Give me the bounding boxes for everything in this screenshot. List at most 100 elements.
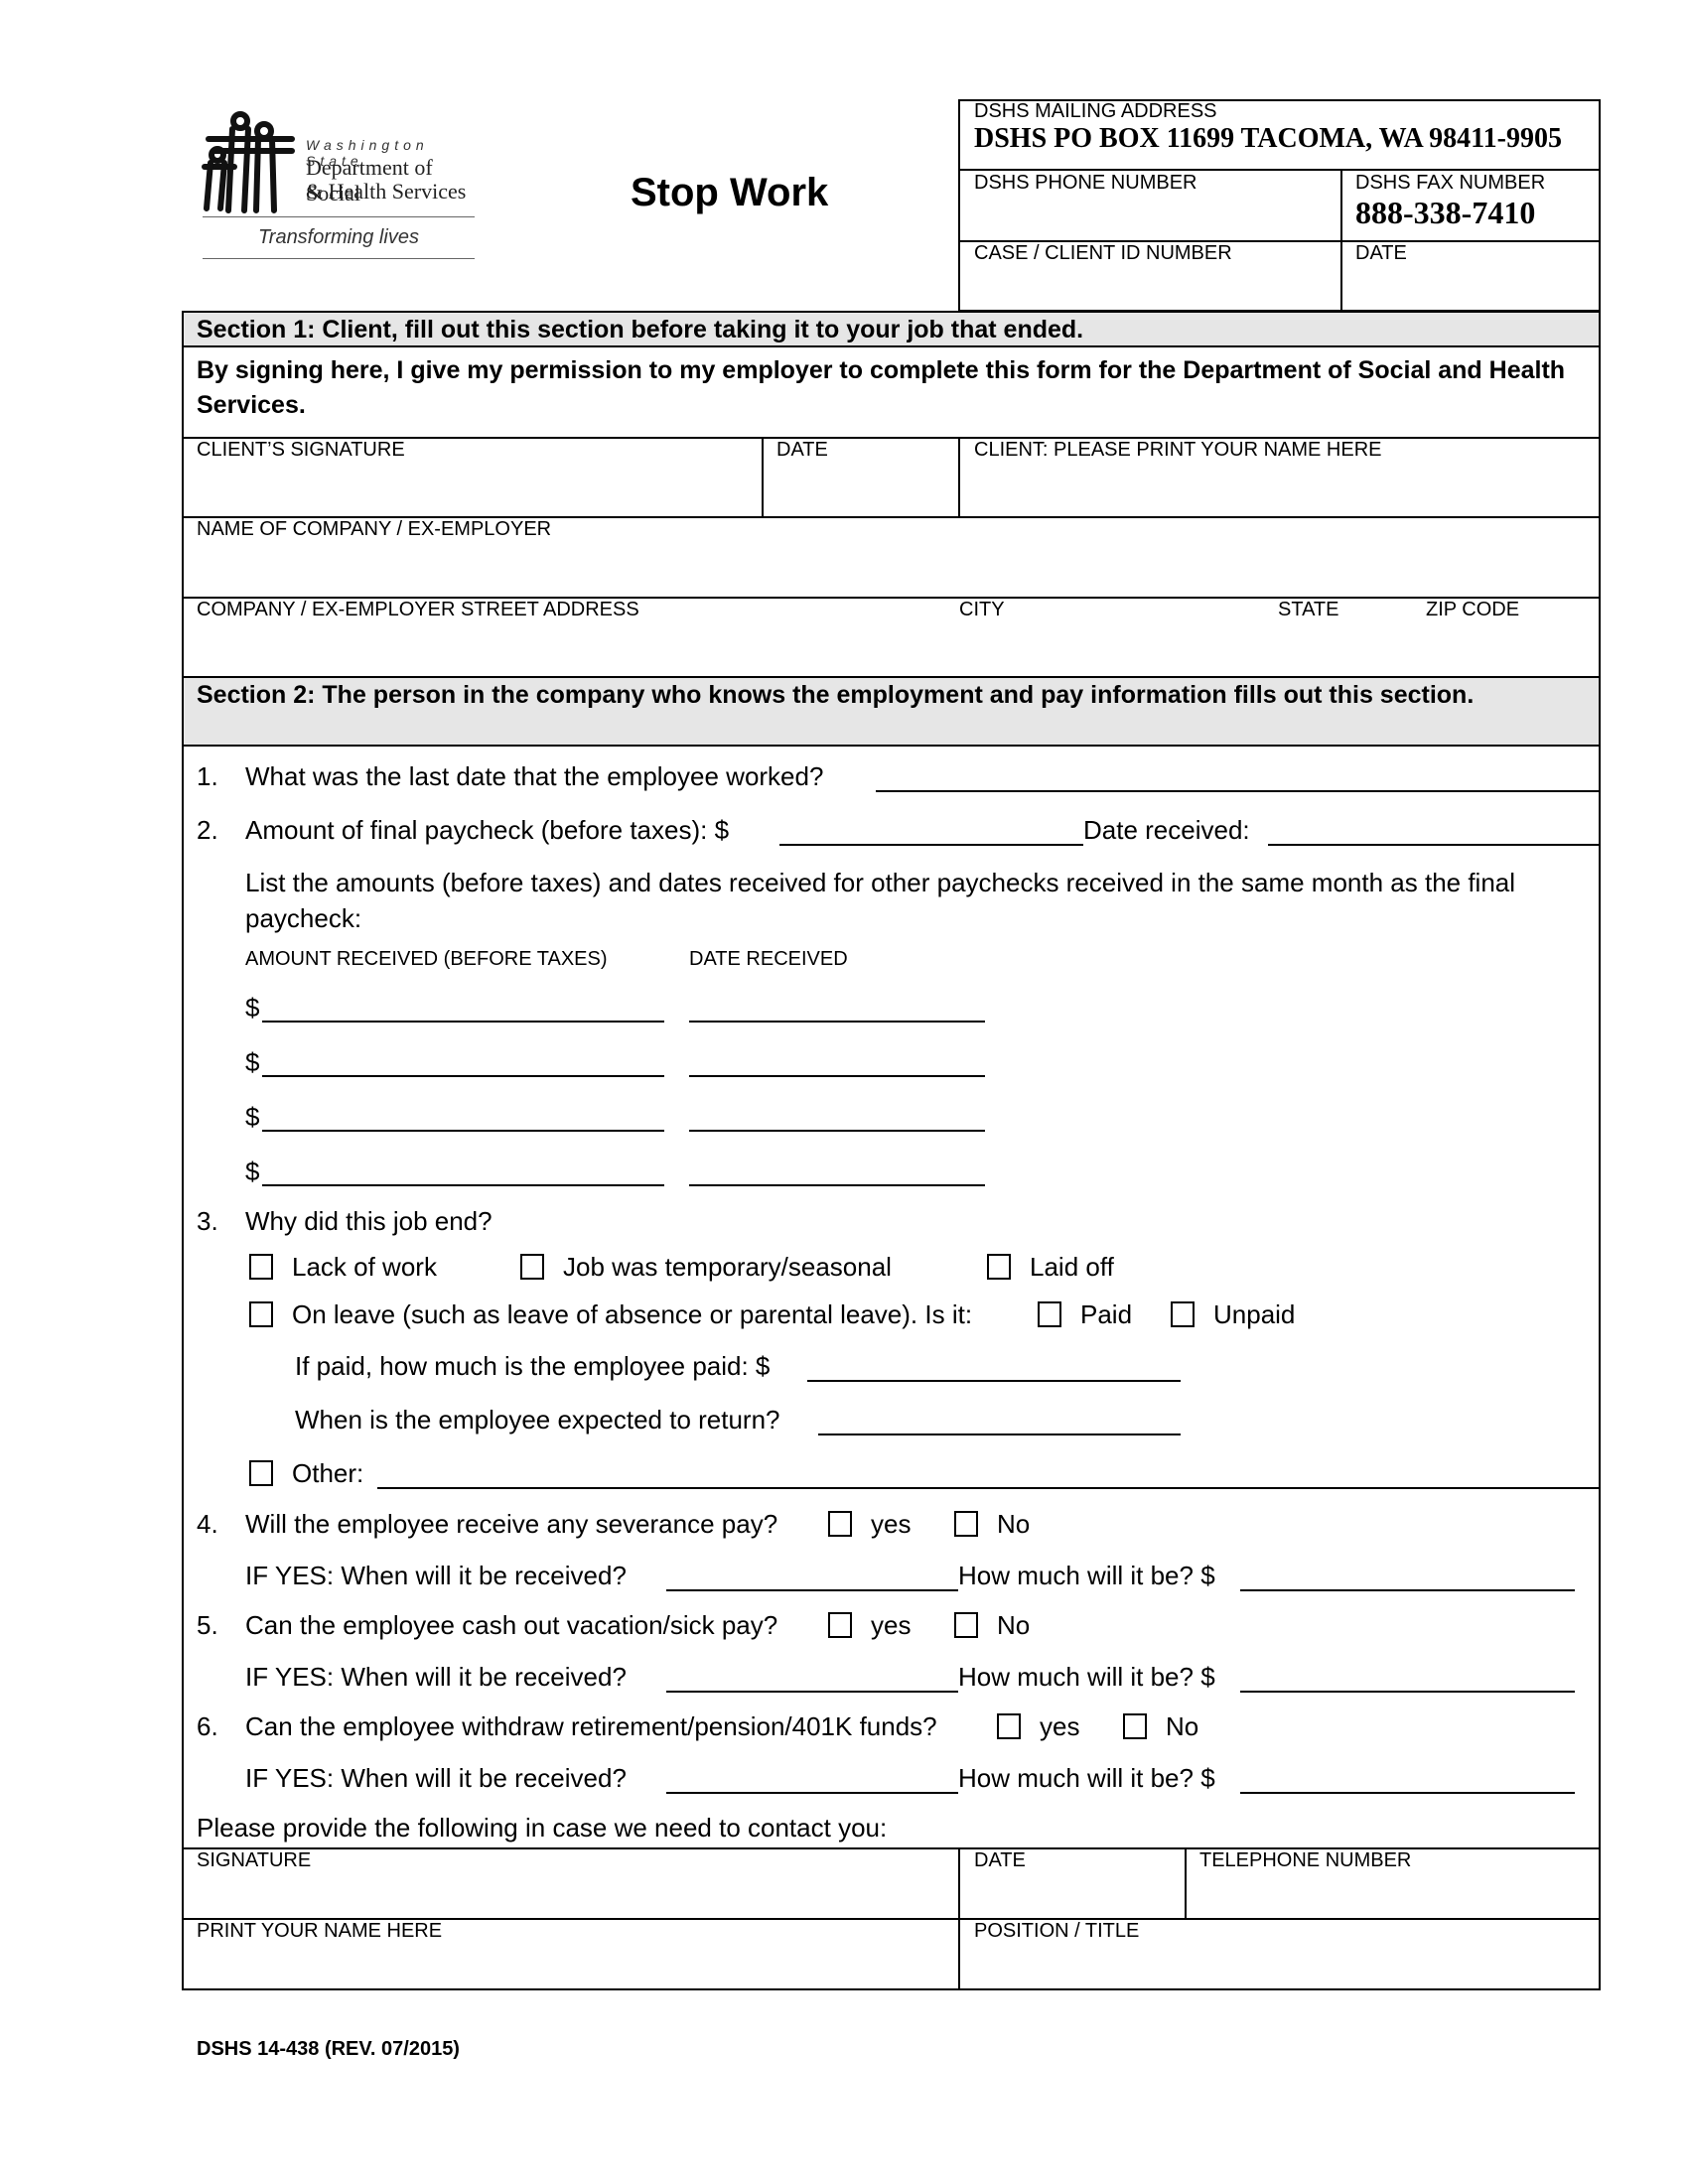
other-reason-underline [377, 1487, 1600, 1489]
q6-text: Can the employee withdraw retirement/pen… [245, 1711, 937, 1741]
fax-number-label: DSHS FAX NUMBER [1355, 172, 1546, 194]
q5-number: 5. [197, 1610, 218, 1640]
vacation-yes-checkbox[interactable] [828, 1612, 852, 1638]
if-paid-label: If paid, how much is the employee paid: … [295, 1351, 771, 1381]
phone-number-field[interactable] [974, 199, 1336, 236]
return-date-field[interactable] [818, 1402, 1184, 1435]
q1-number: 1. [197, 761, 218, 791]
print-name-label: PRINT YOUR NAME HERE [197, 1920, 443, 1942]
q2-number: 2. [197, 815, 218, 845]
amount-underline [262, 1130, 664, 1132]
vacation-when-underline [666, 1691, 958, 1693]
other-reason-field[interactable] [377, 1455, 1601, 1489]
position-title-label: POSITION / TITLE [974, 1920, 1140, 1942]
final-paycheck-date-field[interactable] [1268, 812, 1600, 846]
paycheck-amount-field[interactable] [262, 1098, 667, 1132]
header-date-field[interactable] [1355, 268, 1593, 306]
date-underline [689, 1021, 985, 1023]
client-name-field[interactable] [974, 467, 1594, 512]
severance-amount-underline [1240, 1589, 1575, 1591]
retirement-yes-label: yes [1040, 1711, 1080, 1741]
retirement-yes-checkbox[interactable] [997, 1713, 1021, 1739]
retirement-amount-label: How much will it be? $ [958, 1763, 1215, 1793]
paycheck-date-field[interactable] [689, 1098, 988, 1132]
date-underline [689, 1130, 985, 1132]
paycheck-date-field[interactable] [689, 989, 988, 1023]
vacation-amount-field[interactable] [1240, 1659, 1578, 1693]
on-leave-checkbox[interactable] [249, 1301, 273, 1327]
severance-amount-field[interactable] [1240, 1558, 1578, 1591]
q1-text: What was the last date that the employee… [245, 761, 824, 791]
vacation-amount-label: How much will it be? $ [958, 1662, 1215, 1692]
zip-code-field[interactable] [1426, 625, 1594, 671]
laid-off-checkbox[interactable] [987, 1254, 1011, 1280]
leave-paid-checkbox[interactable] [1038, 1301, 1061, 1327]
q1-underline [876, 790, 1599, 792]
severance-no-checkbox[interactable] [954, 1511, 978, 1537]
paycheck-amount-field[interactable] [262, 1153, 667, 1186]
severance-yes-checkbox[interactable] [828, 1511, 852, 1537]
divider [1340, 169, 1342, 312]
divider [1185, 1847, 1187, 1919]
zip-code-label: ZIP CODE [1426, 599, 1520, 620]
employer-signature-field[interactable] [197, 1876, 955, 1916]
company-name-label: NAME OF COMPANY / EX-EMPLOYER [197, 518, 552, 540]
leave-unpaid-checkbox[interactable] [1171, 1301, 1195, 1327]
q2-text: Amount of final paycheck (before taxes):… [245, 815, 730, 845]
paycheck-amount-field[interactable] [262, 1043, 667, 1077]
on-leave-label: On leave (such as leave of absence or pa… [292, 1299, 973, 1329]
temporary-seasonal-checkbox[interactable] [520, 1254, 544, 1280]
paycheck-amount-field[interactable] [262, 989, 667, 1023]
paycheck-date-field[interactable] [689, 1043, 988, 1077]
date-underline [689, 1184, 985, 1186]
leave-pay-underline [807, 1380, 1181, 1382]
position-title-field[interactable] [974, 1947, 1594, 1986]
city-field[interactable] [959, 625, 1271, 671]
retirement-amount-field[interactable] [1240, 1760, 1578, 1794]
logo-rule-top [203, 216, 475, 217]
telephone-field[interactable] [1199, 1876, 1596, 1916]
q2-date-underline [1268, 844, 1599, 846]
amount-underline [262, 1021, 664, 1023]
leave-unpaid-label: Unpaid [1213, 1299, 1296, 1329]
signature-label: SIGNATURE [197, 1849, 312, 1871]
q2-list-intro: List the amounts (before taxes) and date… [245, 868, 1516, 933]
other-reason-label: Other: [292, 1458, 364, 1488]
retirement-amount-underline [1240, 1792, 1575, 1794]
company-name-field[interactable] [197, 546, 1591, 592]
retirement-no-checkbox[interactable] [1123, 1713, 1147, 1739]
leave-paid-label: Paid [1080, 1299, 1133, 1329]
paycheck-date-field[interactable] [689, 1153, 988, 1186]
client-date-field[interactable] [776, 467, 954, 512]
street-address-label: COMPANY / EX-EMPLOYER STREET ADDRESS [197, 599, 639, 620]
vacation-no-checkbox[interactable] [954, 1612, 978, 1638]
final-paycheck-amount-field[interactable] [779, 812, 1086, 846]
q4-number: 4. [197, 1509, 218, 1539]
temporary-seasonal-label: Job was temporary/seasonal [563, 1252, 892, 1282]
telephone-label: TELEPHONE NUMBER [1199, 1849, 1412, 1871]
case-id-label: CASE / CLIENT ID NUMBER [974, 242, 1232, 264]
employer-date-label: DATE [974, 1849, 1026, 1871]
leave-pay-amount-field[interactable] [807, 1348, 1184, 1382]
state-field[interactable] [1278, 625, 1421, 671]
severance-amount-label: How much will it be? $ [958, 1561, 1215, 1590]
street-address-field[interactable] [197, 625, 955, 671]
severance-when-field[interactable] [666, 1558, 961, 1591]
case-id-field[interactable] [974, 268, 1336, 306]
print-name-field[interactable] [197, 1947, 955, 1986]
header-date-label: DATE [1355, 242, 1407, 264]
client-signature-field[interactable] [197, 467, 757, 512]
vacation-when-field[interactable] [666, 1659, 961, 1693]
lack-of-work-checkbox[interactable] [249, 1254, 273, 1280]
employer-date-field[interactable] [974, 1876, 1184, 1916]
laid-off-label: Laid off [1030, 1252, 1114, 1282]
other-reason-checkbox[interactable] [249, 1460, 273, 1486]
client-name-label: CLIENT: PLEASE PRINT YOUR NAME HERE [974, 439, 1382, 461]
retirement-when-underline [666, 1792, 958, 1794]
phone-number-label: DSHS PHONE NUMBER [974, 172, 1197, 194]
fax-number-value: 888-338-7410 [1355, 195, 1536, 230]
last-date-worked-field[interactable] [876, 758, 1600, 792]
currency-symbol: $ [245, 1157, 260, 1186]
retirement-when-field[interactable] [666, 1760, 961, 1794]
currency-symbol: $ [245, 993, 260, 1023]
